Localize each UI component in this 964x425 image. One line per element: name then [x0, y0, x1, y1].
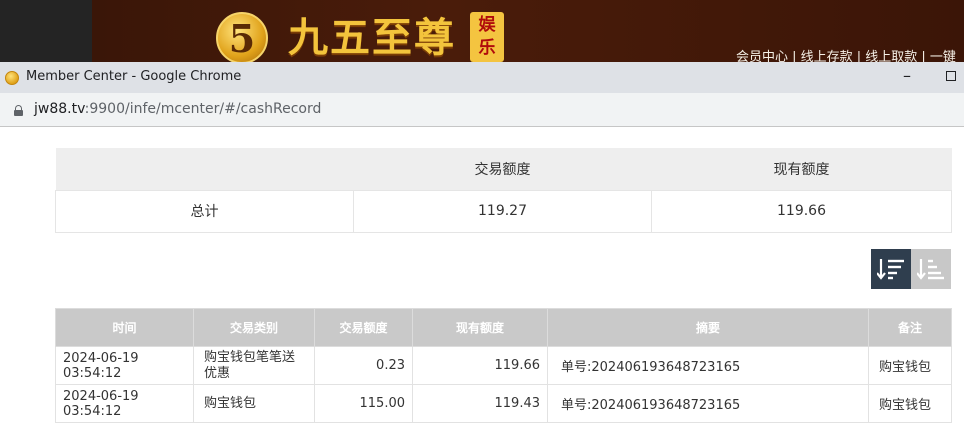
sort-descending-icon — [877, 259, 904, 280]
col-header-balance[interactable]: 现有额度 — [412, 308, 548, 347]
page-content: 交易额度 现有额度 总计 119.27 119.66 时间 交易类别 交易额度 … — [0, 127, 964, 425]
logo-numeral: 5 — [228, 16, 256, 61]
address-bar[interactable]: jw88.tv:9900/infe/mcenter/#/cashRecord — [0, 93, 964, 127]
table-row: 2024-06-19 03:54:12 购宝钱包笔笔送优惠 0.23 119.6… — [55, 346, 952, 385]
col-header-amount[interactable]: 交易额度 — [314, 308, 413, 347]
logo-text: 九五至尊 — [288, 14, 456, 61]
app-icon — [5, 71, 19, 85]
cell-amount: 0.23 — [314, 346, 413, 385]
col-header-note[interactable]: 备注 — [868, 308, 952, 347]
site-banner: 5 九五至尊 娱乐 会员中心 | 线上存款 | 线上取款 | 一键 — [92, 0, 964, 65]
logo-tag-text: 娱乐 — [478, 15, 496, 58]
cell-note: 购宝钱包 — [868, 346, 952, 385]
cell-amount: 115.00 — [314, 384, 413, 423]
screen: 5 九五至尊 娱乐 会员中心 | 线上存款 | 线上取款 | 一键 Member… — [0, 0, 964, 425]
summary-table: 交易额度 现有额度 总计 119.27 119.66 — [55, 148, 952, 233]
cell-summary: 单号:202406193648723165 — [547, 346, 869, 385]
summary-header-blank — [55, 148, 354, 190]
window-title: Member Center - Google Chrome — [26, 69, 242, 84]
summary-total-label: 总计 — [55, 189, 354, 233]
col-header-type[interactable]: 交易类别 — [193, 308, 315, 347]
cell-type: 购宝钱包 — [193, 384, 315, 423]
cell-balance: 119.43 — [412, 384, 548, 423]
summary-header-transaction: 交易额度 — [353, 148, 652, 190]
summary-header-row: 交易额度 现有额度 — [55, 148, 952, 190]
logo-tag: 娱乐 — [470, 12, 504, 62]
minimize-button[interactable]: – — [896, 66, 918, 88]
cell-summary: 单号:202406193648723165 — [547, 384, 869, 423]
url-text[interactable]: jw88.tv:9900/infe/mcenter/#/cashRecord — [34, 101, 321, 117]
lock-icon[interactable] — [14, 105, 23, 116]
window-titlebar[interactable]: Member Center - Google Chrome – — [0, 62, 964, 93]
summary-header-current: 现有额度 — [651, 148, 952, 190]
sort-ascending-icon — [917, 259, 944, 280]
cell-time: 2024-06-19 03:54:12 — [55, 384, 194, 423]
col-header-time[interactable]: 时间 — [55, 308, 194, 347]
cash-record-table: 时间 交易类别 交易额度 现有额度 摘要 备注 2024-06-19 03:54… — [55, 308, 952, 423]
table-row: 2024-06-19 03:54:12 购宝钱包 115.00 119.43 单… — [55, 384, 952, 423]
url-path: :9900/infe/mcenter/#/cashRecord — [84, 101, 322, 117]
summary-total-row: 总计 119.27 119.66 — [55, 189, 952, 233]
records-header-row: 时间 交易类别 交易额度 现有额度 摘要 备注 — [55, 308, 952, 347]
url-host: jw88.tv — [34, 101, 85, 117]
background-dark-strip — [0, 0, 92, 62]
cell-note: 购宝钱包 — [868, 384, 952, 423]
sort-ascending-button[interactable] — [911, 249, 951, 289]
maximize-button[interactable] — [946, 71, 956, 81]
summary-total-transaction: 119.27 — [353, 189, 652, 233]
browser-window: Member Center - Google Chrome – jw88.tv:… — [0, 62, 964, 425]
cell-type: 购宝钱包笔笔送优惠 — [193, 346, 315, 385]
sort-descending-button[interactable] — [871, 249, 911, 289]
cell-time: 2024-06-19 03:54:12 — [55, 346, 194, 385]
cell-balance: 119.66 — [412, 346, 548, 385]
col-header-summary[interactable]: 摘要 — [547, 308, 869, 347]
summary-total-current: 119.66 — [651, 189, 952, 233]
logo-emblem-icon: 5 — [216, 12, 268, 64]
